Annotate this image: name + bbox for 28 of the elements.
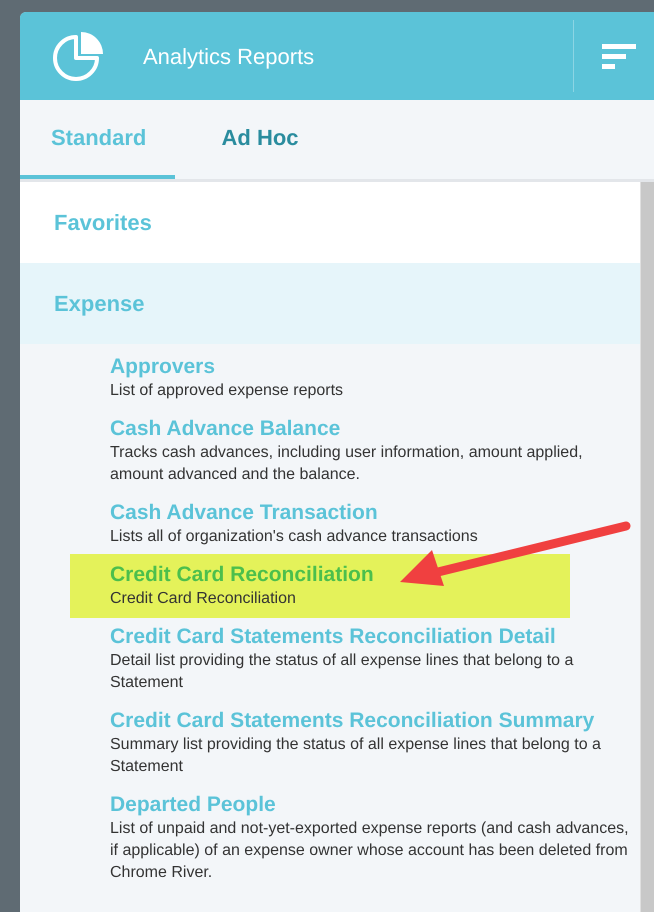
report-description: Detail list providing the status of all expense lines that belong to a Statement (110, 651, 574, 693)
report-description: Tracks cash advances, including user information, amount applied, amount advanced and the balance. (110, 443, 584, 485)
report-item[interactable]: Approvers List of approved expense reports (70, 354, 640, 402)
report-item[interactable]: Credit Card Reconciliation Credit Card Reconciliation (70, 554, 570, 618)
report-item[interactable]: Credit Card Statements Reconciliation Detail Detail list providing the status of all expense lines that belong to a Statement (70, 624, 640, 694)
report-item[interactable]: Cash Advance Balance Tracks cash advances, including user information, amount applied, amount advanced and the balance. (70, 416, 640, 486)
menu-icon[interactable] (602, 44, 636, 68)
report-title[interactable]: Cash Advance Balance (110, 416, 340, 442)
report-title[interactable]: Credit Card Statements Reconciliation Summary (110, 708, 594, 734)
scrollbar[interactable] (640, 182, 654, 912)
report-title[interactable]: Approvers (110, 354, 216, 380)
category-row[interactable]: Favorites (20, 182, 640, 263)
report-description: Credit Card Reconciliation (110, 589, 297, 609)
report-description: Summary list providing the status of all expense lines that belong to a Statement (110, 735, 602, 777)
report-title[interactable]: Departed People (110, 792, 276, 818)
report-description: List of unpaid and not-yet-exported expense reports (and cash advances, if applicable) of an expense owner whose account has been deleted from Chrome River. (110, 819, 630, 883)
pie-chart-icon (52, 29, 106, 83)
report-title[interactable]: Credit Card Reconciliation (110, 562, 374, 588)
report-description: Lists all of organization's cash advance transactions (110, 527, 479, 547)
tab[interactable]: Ad Hoc (175, 100, 345, 179)
category-row[interactable]: Expense (20, 263, 640, 344)
report-description: List of approved expense reports (110, 381, 344, 401)
report-item[interactable]: Departed People List of unpaid and not-yet-exported expense reports (and cash advances, if applicable) of an expense owner whose account has been deleted from Chrome River. (70, 792, 640, 884)
app-title: Analytics Reports (143, 42, 314, 71)
report-item[interactable]: Cash Advance Transaction Lists all of organization's cash advance transactions (70, 500, 640, 548)
report-title[interactable]: Credit Card Statements Reconciliation Detail (110, 624, 556, 650)
report-item[interactable]: Credit Card Statements Reconciliation Summary Summary list providing the status of all expense lines that belong to a Statement (70, 708, 640, 778)
report-title[interactable]: Cash Advance Transaction (110, 500, 378, 526)
